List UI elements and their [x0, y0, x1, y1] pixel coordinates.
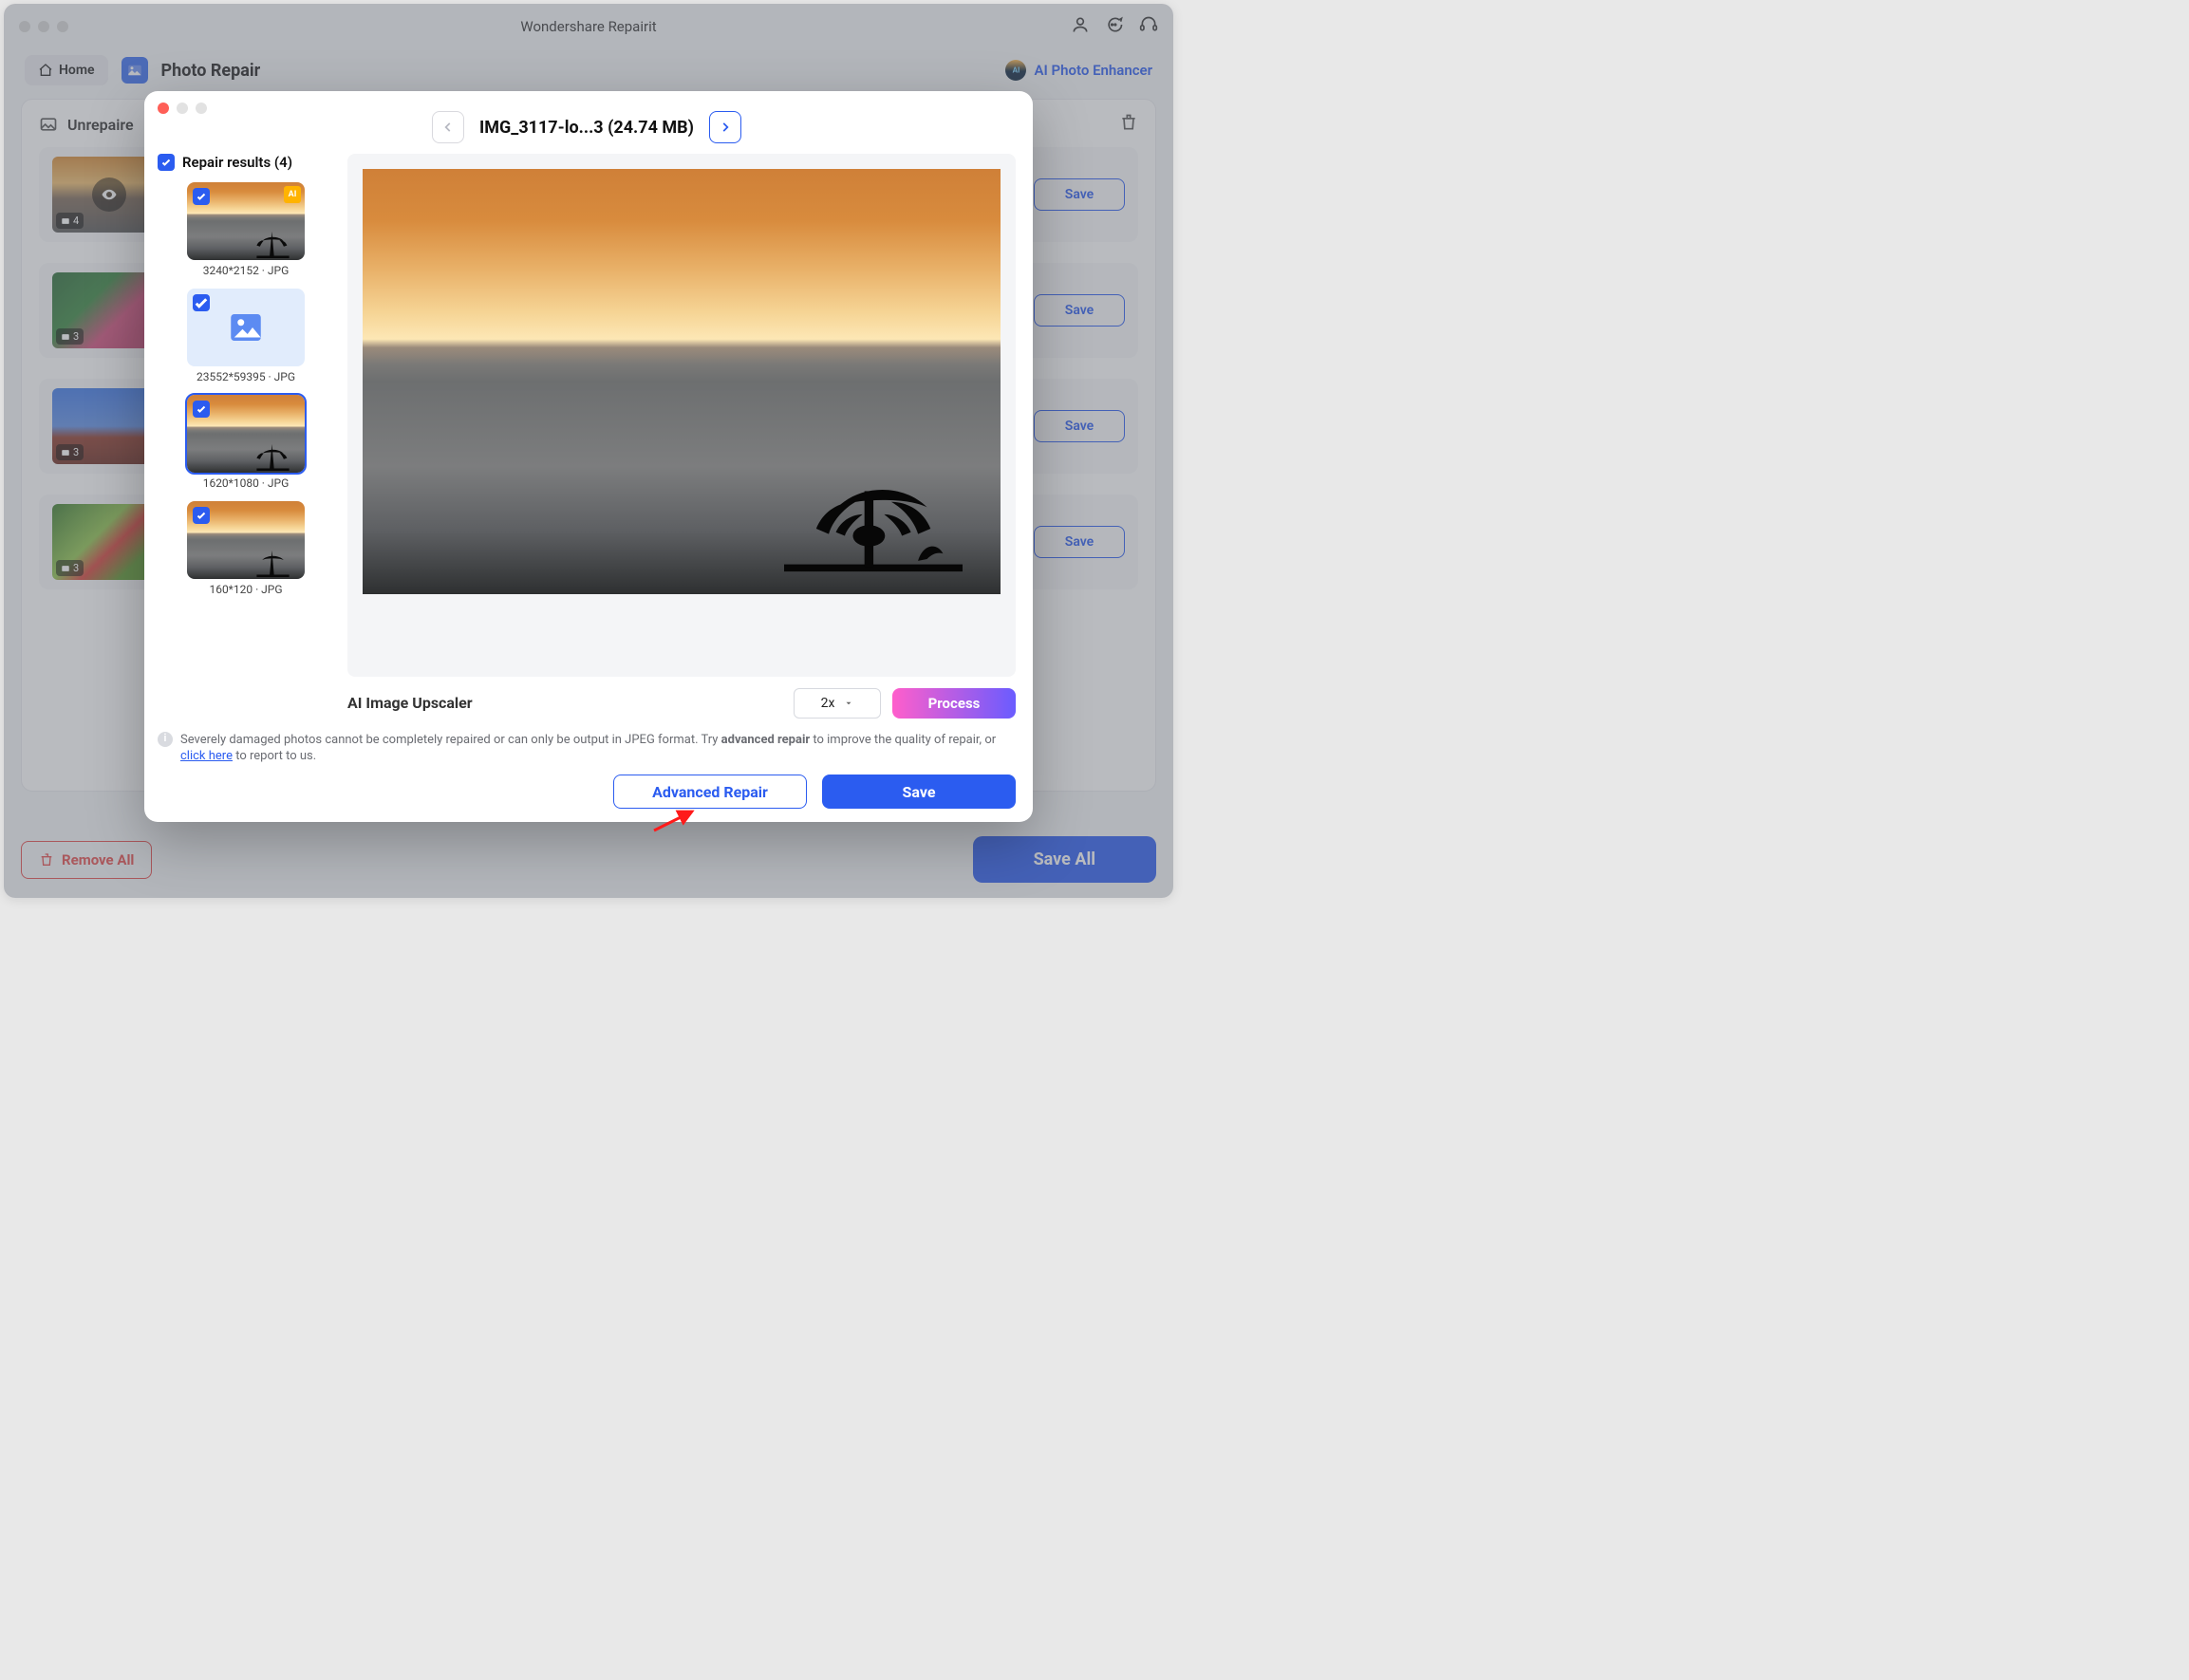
- upscaler-select[interactable]: 2x: [794, 688, 881, 719]
- image-placeholder-icon: [226, 308, 266, 347]
- result-item[interactable]: 1620*1080 · JPG: [158, 395, 334, 490]
- silhouette-icon: [246, 439, 300, 471]
- result-item[interactable]: AI 3240*2152 · JPG: [158, 182, 334, 277]
- result-item[interactable]: 160*120 · JPG: [158, 501, 334, 596]
- results-checkbox[interactable]: [158, 154, 175, 171]
- chevron-down-icon: [844, 699, 853, 708]
- modal-max-dot[interactable]: [196, 103, 207, 114]
- item-checkbox[interactable]: [193, 294, 210, 311]
- advanced-repair-button[interactable]: Advanced Repair: [613, 775, 807, 809]
- silhouette-icon: [246, 226, 300, 258]
- advanced-repair-label: Advanced Repair: [652, 783, 768, 801]
- modal-min-dot[interactable]: [177, 103, 188, 114]
- results-label: Repair results (4): [182, 154, 292, 171]
- app-window: Wondershare Repairit Home Photo Repair A…: [4, 4, 1173, 898]
- silhouette-icon: [784, 450, 963, 586]
- modal-header: IMG_3117-lo...3 (24.74 MB): [158, 108, 1016, 146]
- prev-file-button[interactable]: [432, 111, 464, 143]
- preview-image: [363, 169, 1001, 594]
- report-link[interactable]: click here: [180, 749, 233, 763]
- modal-window-controls: [158, 103, 207, 114]
- item-checkbox[interactable]: [193, 188, 210, 205]
- repair-results-list: Repair results (4) AI 3240*2152 · JPG: [158, 154, 334, 719]
- modal-actions: Advanced Repair Save: [158, 775, 1016, 809]
- modal-file-title: IMG_3117-lo...3 (24.74 MB): [479, 118, 694, 138]
- result-caption: 3240*2152 · JPG: [158, 264, 334, 277]
- note-text: Severely damaged photos cannot be comple…: [180, 733, 721, 747]
- preview-area: [347, 154, 1016, 677]
- ai-badge-icon: AI: [284, 186, 301, 203]
- result-caption: 160*120 · JPG: [158, 583, 334, 596]
- silhouette-icon: [246, 545, 300, 577]
- result-caption: 1620*1080 · JPG: [158, 476, 334, 490]
- process-button[interactable]: Process: [892, 688, 1016, 719]
- next-file-button[interactable]: [709, 111, 741, 143]
- info-icon: i: [158, 732, 173, 747]
- note-text: to improve the quality of repair, or: [810, 733, 996, 747]
- repair-preview-modal: IMG_3117-lo...3 (24.74 MB) Repair result…: [144, 91, 1033, 822]
- item-checkbox[interactable]: [193, 401, 210, 418]
- upscaler-value: 2x: [821, 696, 835, 711]
- modal-save-button[interactable]: Save: [822, 775, 1016, 809]
- upscaler-label: AI Image Upscaler: [347, 694, 473, 712]
- result-caption: 23552*59395 · JPG: [158, 370, 334, 383]
- annotation-arrow-icon: [650, 808, 698, 832]
- note-text: to report to us.: [233, 749, 316, 763]
- result-item[interactable]: 23552*59395 · JPG: [158, 289, 334, 383]
- item-checkbox[interactable]: [193, 507, 210, 524]
- preview-pane: AI Image Upscaler 2x Process: [347, 154, 1016, 719]
- repair-note: i Severely damaged photos cannot be comp…: [158, 732, 1016, 765]
- modal-close-dot[interactable]: [158, 103, 169, 114]
- upscaler-row: AI Image Upscaler 2x Process: [347, 688, 1016, 719]
- note-bold: advanced repair: [721, 733, 810, 747]
